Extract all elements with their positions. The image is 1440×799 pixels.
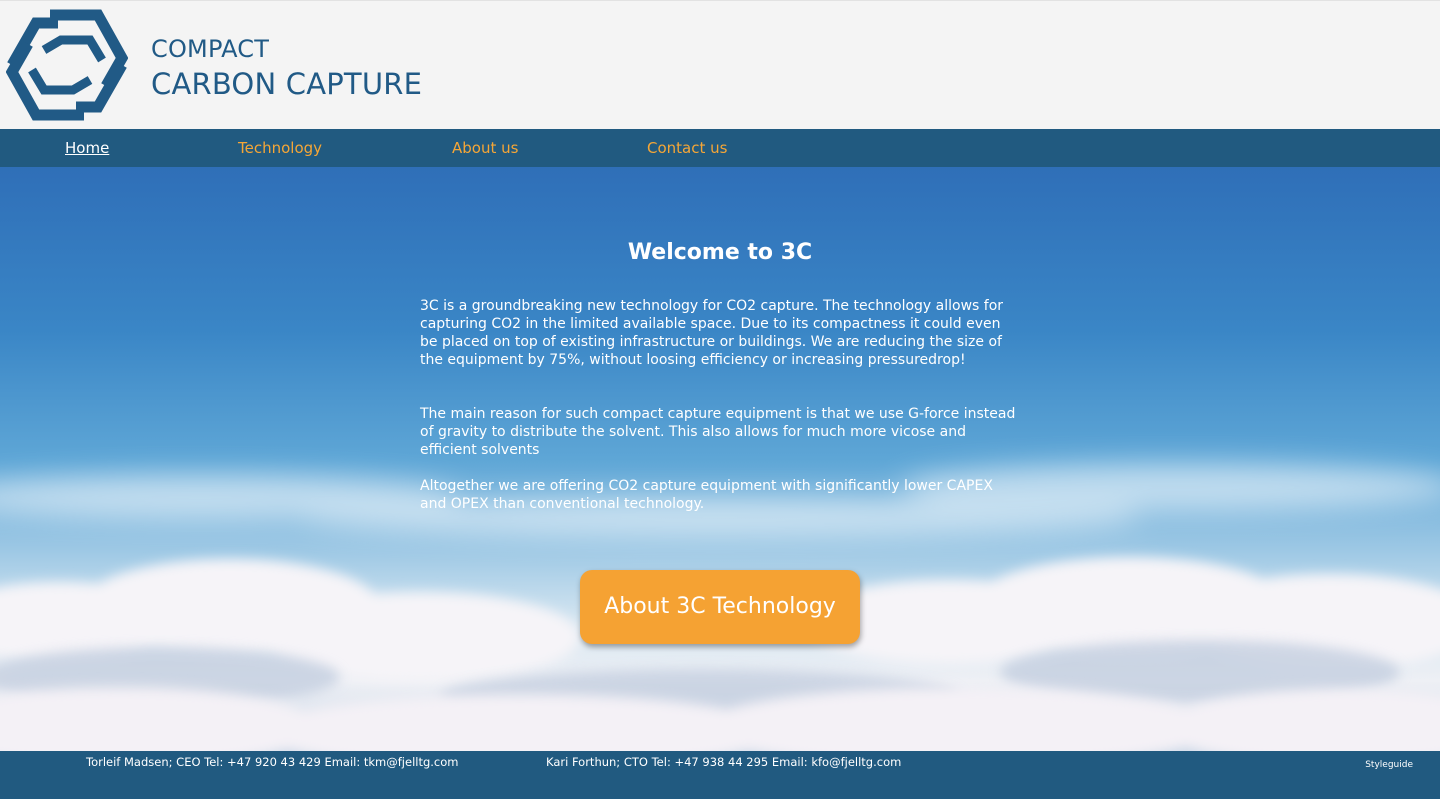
nav-contact-us[interactable]: Contact us: [647, 139, 727, 157]
brand-line-compact: COMPACT: [151, 35, 270, 63]
ceo-contact: Torleif Madsen; CEO Tel: +47 920 43 429 …: [86, 755, 459, 769]
brand-line-carbon-capture: CARBON CAPTURE: [151, 67, 423, 101]
nav-technology[interactable]: Technology: [238, 139, 322, 157]
site-header: COMPACT CARBON CAPTURE: [0, 0, 1440, 129]
main-nav: Home Technology About us Contact us: [0, 129, 1440, 167]
nav-about-us[interactable]: About us: [452, 139, 518, 157]
about-3c-technology-button[interactable]: About 3C Technology: [580, 570, 860, 644]
nav-home[interactable]: Home: [65, 139, 109, 157]
hero-paragraph-summary: Altogether we are offering CO2 capture e…: [420, 478, 993, 512]
hero-paragraph-intro: 3C is a groundbreaking new technology fo…: [420, 298, 1004, 368]
hero-section: Welcome to 3C 3C is a groundbreaking new…: [0, 167, 1440, 751]
brand-name[interactable]: COMPACT CARBON CAPTURE: [151, 35, 422, 103]
site-footer: Torleif Madsen; CEO Tel: +47 920 43 429 …: [0, 751, 1440, 799]
cto-contact: Kari Forthun; CTO Tel: +47 938 44 295 Em…: [546, 755, 902, 769]
styleguide-link[interactable]: Styleguide: [1365, 760, 1413, 770]
hero-paragraph-gforce: The main reason for such compact capture…: [420, 406, 1016, 458]
hero-title: Welcome to 3C: [627, 240, 813, 265]
hexagon-logo-icon[interactable]: [6, 8, 128, 122]
